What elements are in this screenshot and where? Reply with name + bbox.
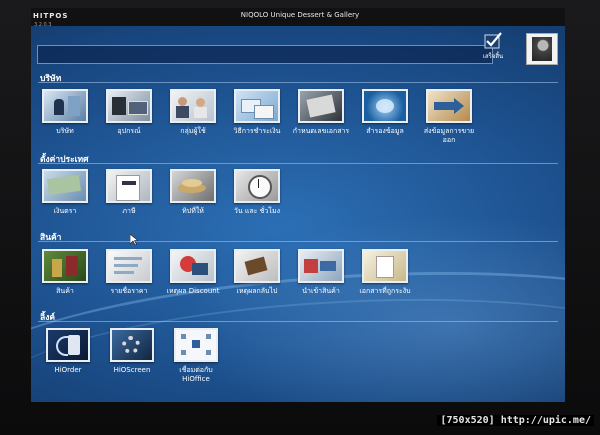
tile-devices[interactable]: อุปกรณ์ xyxy=(99,89,159,136)
section-divider xyxy=(38,82,558,83)
tile-label: เงินตรา xyxy=(53,207,77,215)
tile-label: วัน และ ชั่วโมง xyxy=(233,207,281,215)
tile-label: HiOScreen xyxy=(113,366,151,374)
done-label: เสร็จสิ้น xyxy=(482,53,504,60)
document-number-icon xyxy=(298,89,344,123)
header-bar xyxy=(37,45,493,64)
checkmark-icon xyxy=(484,32,502,50)
tile-product[interactable]: สินค้า xyxy=(35,249,95,296)
return-reason-icon xyxy=(234,249,280,283)
tile-company[interactable]: บริษัท xyxy=(35,89,95,136)
tip-icon xyxy=(170,169,216,203)
mouse-cursor-icon xyxy=(130,234,138,246)
company-icon xyxy=(42,89,88,123)
tile-return-reason[interactable]: เหตุผลกลับไป xyxy=(227,249,287,296)
section-divider xyxy=(38,241,558,242)
tax-icon xyxy=(106,169,152,203)
section-divider xyxy=(38,163,558,164)
watermark: [750x520] http://upic.me/ xyxy=(437,415,594,426)
tile-label: เอกสารที่ถูกระงับ xyxy=(359,287,411,295)
tile-label: ทิปที่ให้ xyxy=(182,207,204,215)
tile-label: ภาษี xyxy=(122,207,136,215)
done-button[interactable]: เสร็จสิ้น xyxy=(478,28,508,68)
tile-label: นำเข้าสินค้า xyxy=(302,287,340,295)
tile-label: เหตุผล Discount xyxy=(166,287,220,295)
hioscreen-icon xyxy=(110,328,154,362)
import-product-icon xyxy=(298,249,344,283)
section-divider xyxy=(38,321,558,322)
price-list-icon xyxy=(106,249,152,283)
tile-date-time[interactable]: วัน และ ชั่วโมง xyxy=(227,169,287,216)
tile-backup[interactable]: สำรองข้อมูล xyxy=(355,89,415,136)
currency-icon xyxy=(42,169,88,203)
user-group-icon xyxy=(170,89,216,123)
payment-method-icon xyxy=(234,89,280,123)
tile-tip[interactable]: ทิปที่ให้ xyxy=(163,169,223,216)
tile-import-product[interactable]: นำเข้าสินค้า xyxy=(291,249,351,296)
tile-document-number[interactable]: กำหนดเลขเอกสาร xyxy=(291,89,351,136)
export-sales-icon xyxy=(426,89,472,123)
tile-label: HiOrder xyxy=(54,366,82,374)
tile-price-list[interactable]: รายชื่อราคา xyxy=(99,249,159,296)
tile-label: บริษัท xyxy=(56,127,74,135)
date-time-icon xyxy=(234,169,280,203)
tile-hiorder[interactable]: HiOrder xyxy=(38,328,98,375)
tile-label: เหตุผลกลับไป xyxy=(236,287,278,295)
tile-label: สำรองข้อมูล xyxy=(366,127,404,135)
tile-user-group[interactable]: กลุ่มผู้ใช้ xyxy=(163,89,223,136)
tile-discount-reason[interactable]: เหตุผล Discount xyxy=(163,249,223,296)
tile-label: กำหนดเลขเอกสาร xyxy=(292,127,350,135)
tile-label: รายชื่อราคา xyxy=(110,287,148,295)
product-icon xyxy=(42,249,88,283)
user-photo-icon[interactable] xyxy=(526,33,558,65)
tile-label: วิธีการชำระเงิน xyxy=(233,127,281,135)
devices-icon xyxy=(106,89,152,123)
tile-label: อุปกรณ์ xyxy=(117,127,141,135)
tile-tax[interactable]: ภาษี xyxy=(99,169,159,216)
tile-label: เชื่อมต่อกับ HiOffice xyxy=(179,366,213,383)
tile-currency[interactable]: เงินตรา xyxy=(35,169,95,216)
app-title: NIQOLO Unique Dessert & Gallery xyxy=(240,11,360,19)
hioffice-icon xyxy=(174,328,218,362)
tile-export-sales[interactable]: ส่งข้อมูลการขายออก xyxy=(419,89,479,144)
tile-label: ส่งข้อมูลการขายออก xyxy=(423,127,475,144)
backup-icon xyxy=(362,89,408,123)
tile-hioscreen[interactable]: HiOScreen xyxy=(102,328,162,375)
tile-hioffice[interactable]: เชื่อมต่อกับ HiOffice xyxy=(166,328,226,383)
suspended-document-icon xyxy=(362,249,408,283)
tile-suspended-document[interactable]: เอกสารที่ถูกระงับ xyxy=(355,249,415,296)
tile-label: สินค้า xyxy=(56,287,74,295)
tile-payment-method[interactable]: วิธีการชำระเงิน xyxy=(227,89,287,136)
discount-reason-icon xyxy=(170,249,216,283)
hiorder-icon xyxy=(46,328,90,362)
tile-label: กลุ่มผู้ใช้ xyxy=(180,127,206,135)
